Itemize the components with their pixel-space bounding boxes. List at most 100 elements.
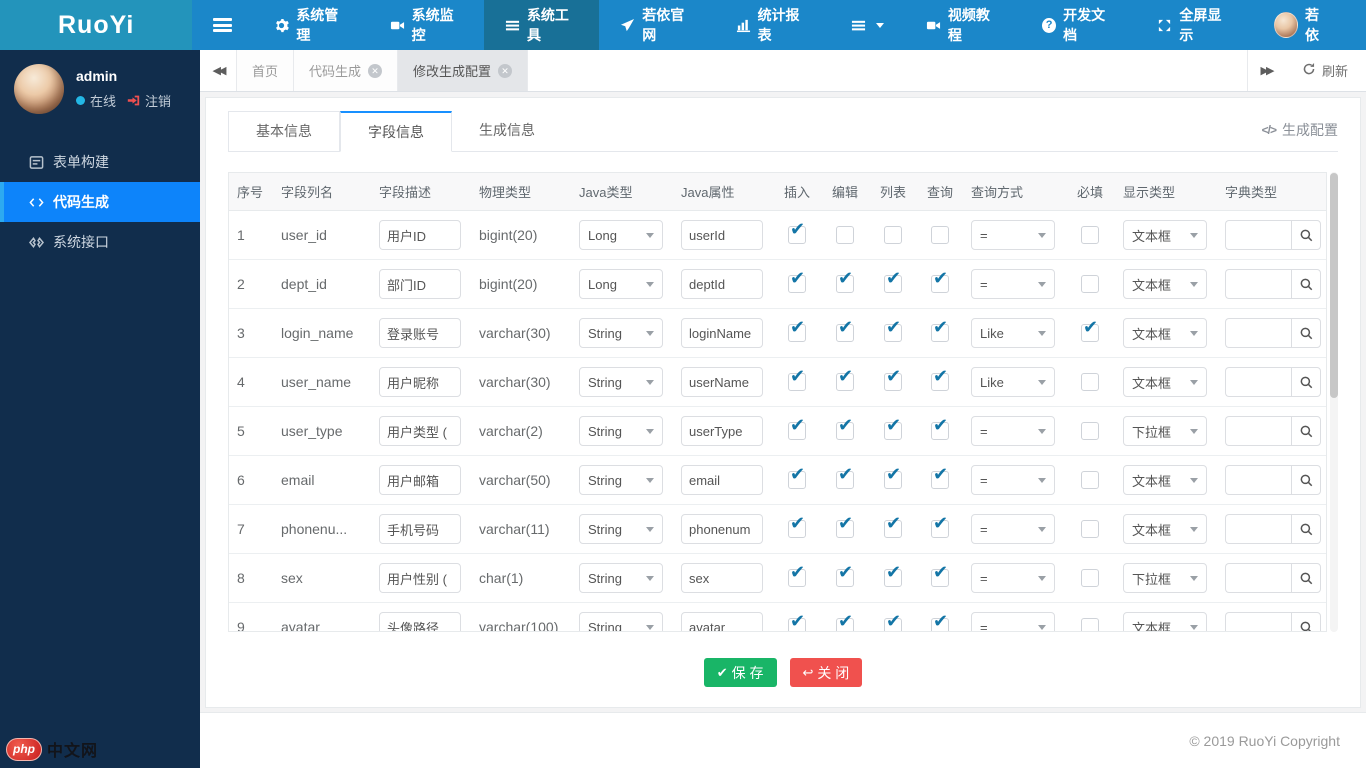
query-method-select[interactable]: Like bbox=[971, 318, 1055, 348]
required-checkbox[interactable] bbox=[1081, 422, 1099, 440]
dict-type-input[interactable] bbox=[1225, 269, 1291, 299]
java-type-select[interactable]: String bbox=[579, 318, 663, 348]
search-icon[interactable] bbox=[1291, 318, 1321, 348]
field-description-input[interactable] bbox=[379, 465, 461, 495]
nav-item-system-tools[interactable]: 系统工具 bbox=[483, 0, 600, 50]
edit-checkbox[interactable]: ✔ bbox=[836, 317, 854, 342]
search-icon[interactable] bbox=[1291, 465, 1321, 495]
insert-checkbox[interactable]: ✔ bbox=[788, 366, 806, 391]
generate-config-link[interactable]: </> 生成配置 bbox=[1262, 120, 1338, 140]
dict-type-input[interactable] bbox=[1225, 220, 1291, 250]
scroll-tabs-left-button[interactable]: ◀◀ bbox=[200, 50, 237, 91]
field-description-input[interactable] bbox=[379, 220, 461, 250]
app-logo[interactable]: RuoYi bbox=[0, 0, 193, 50]
nav-item-ruoyi-site[interactable]: 若依官网 bbox=[599, 0, 714, 50]
tab-home[interactable]: 首页 bbox=[237, 50, 295, 91]
dict-type-input[interactable] bbox=[1225, 416, 1291, 446]
search-icon[interactable] bbox=[1291, 269, 1321, 299]
tab-edit-gen-config[interactable]: 修改生成配置 ✕ bbox=[398, 50, 529, 91]
java-type-select[interactable]: String bbox=[579, 563, 663, 593]
java-field-input[interactable] bbox=[681, 563, 763, 593]
insert-checkbox[interactable]: ✔ bbox=[788, 611, 806, 631]
tab-field-info[interactable]: 字段信息 bbox=[340, 111, 452, 152]
insert-checkbox[interactable]: ✔ bbox=[788, 317, 806, 342]
edit-checkbox[interactable]: ✔ bbox=[836, 611, 854, 631]
required-checkbox[interactable] bbox=[1081, 471, 1099, 489]
query-checkbox[interactable]: ✔ bbox=[931, 611, 949, 631]
search-icon[interactable] bbox=[1291, 220, 1321, 250]
java-field-input[interactable] bbox=[681, 367, 763, 397]
java-field-input[interactable] bbox=[681, 220, 763, 250]
edit-checkbox[interactable]: ✔ bbox=[836, 513, 854, 538]
java-field-input[interactable] bbox=[681, 269, 763, 299]
save-button[interactable]: ✔ 保 存 bbox=[703, 658, 777, 687]
search-icon[interactable] bbox=[1291, 514, 1321, 544]
field-description-input[interactable] bbox=[379, 367, 461, 397]
java-type-select[interactable]: Long bbox=[579, 220, 663, 250]
query-method-select[interactable]: Like bbox=[971, 367, 1055, 397]
tab-generate-info[interactable]: 生成信息 bbox=[452, 111, 562, 152]
avatar[interactable] bbox=[14, 64, 64, 114]
java-type-select[interactable]: String bbox=[579, 367, 663, 397]
java-type-select[interactable]: String bbox=[579, 416, 663, 446]
table-scrollbar[interactable] bbox=[1330, 172, 1338, 632]
edit-checkbox[interactable]: ✔ bbox=[836, 268, 854, 293]
sidebar-toggle-button[interactable] bbox=[192, 0, 253, 50]
logout-link[interactable]: 注销 bbox=[145, 91, 171, 110]
query-method-select[interactable]: = bbox=[971, 465, 1055, 495]
field-description-input[interactable] bbox=[379, 269, 461, 299]
scrollbar-thumb[interactable] bbox=[1330, 173, 1338, 398]
edit-checkbox[interactable]: ✔ bbox=[836, 415, 854, 440]
query-checkbox[interactable]: ✔ bbox=[931, 464, 949, 489]
refresh-button[interactable]: 刷新 bbox=[1284, 50, 1366, 91]
insert-checkbox[interactable]: ✔ bbox=[788, 268, 806, 293]
query-method-select[interactable]: = bbox=[971, 514, 1055, 544]
edit-checkbox[interactable]: ✔ bbox=[836, 562, 854, 587]
dict-type-input[interactable] bbox=[1225, 465, 1291, 495]
nav-more-dropdown[interactable] bbox=[830, 0, 905, 50]
insert-checkbox[interactable]: ✔ bbox=[788, 513, 806, 538]
java-field-input[interactable] bbox=[681, 465, 763, 495]
field-description-input[interactable] bbox=[379, 318, 461, 348]
list-checkbox[interactable]: ✔ bbox=[884, 611, 902, 631]
nav-item-fullscreen[interactable]: 全屏显示 bbox=[1136, 0, 1252, 50]
field-description-input[interactable] bbox=[379, 563, 461, 593]
java-type-select[interactable]: Long bbox=[579, 269, 663, 299]
java-type-select[interactable]: String bbox=[579, 465, 663, 495]
list-checkbox[interactable]: ✔ bbox=[884, 562, 902, 587]
display-type-select[interactable]: 文本框 bbox=[1123, 318, 1207, 348]
tab-code-generation[interactable]: 代码生成 ✕ bbox=[294, 50, 399, 91]
search-icon[interactable] bbox=[1291, 367, 1321, 397]
nav-item-system-monitor[interactable]: 系统监控 bbox=[369, 0, 484, 50]
list-checkbox[interactable] bbox=[884, 226, 902, 244]
search-icon[interactable] bbox=[1291, 612, 1321, 631]
query-method-select[interactable]: = bbox=[971, 612, 1055, 631]
insert-checkbox[interactable]: ✔ bbox=[788, 464, 806, 489]
query-checkbox[interactable]: ✔ bbox=[931, 415, 949, 440]
nav-user-menu[interactable]: 若依 bbox=[1253, 0, 1352, 50]
list-checkbox[interactable]: ✔ bbox=[884, 513, 902, 538]
list-checkbox[interactable]: ✔ bbox=[884, 317, 902, 342]
display-type-select[interactable]: 文本框 bbox=[1123, 514, 1207, 544]
query-method-select[interactable]: = bbox=[971, 563, 1055, 593]
java-field-input[interactable] bbox=[681, 514, 763, 544]
nav-item-system-manage[interactable]: 系统管理 bbox=[253, 0, 368, 50]
insert-checkbox[interactable]: ✔ bbox=[788, 415, 806, 440]
java-type-select[interactable]: String bbox=[579, 612, 663, 631]
dict-type-input[interactable] bbox=[1225, 367, 1291, 397]
display-type-select[interactable]: 文本框 bbox=[1123, 220, 1207, 250]
dict-type-input[interactable] bbox=[1225, 514, 1291, 544]
sidebar-item-system-api[interactable]: 系统接口 bbox=[0, 222, 200, 262]
insert-checkbox[interactable]: ✔ bbox=[788, 219, 806, 244]
required-checkbox[interactable] bbox=[1081, 275, 1099, 293]
display-type-select[interactable]: 下拉框 bbox=[1123, 563, 1207, 593]
required-checkbox[interactable] bbox=[1081, 618, 1099, 631]
display-type-select[interactable]: 文本框 bbox=[1123, 612, 1207, 631]
query-checkbox[interactable]: ✔ bbox=[931, 562, 949, 587]
nav-item-video-tutorial[interactable]: 视频教程 bbox=[905, 0, 1021, 50]
field-description-input[interactable] bbox=[379, 416, 461, 446]
display-type-select[interactable]: 文本框 bbox=[1123, 465, 1207, 495]
dict-type-input[interactable] bbox=[1225, 612, 1291, 631]
java-field-input[interactable] bbox=[681, 416, 763, 446]
close-icon[interactable]: ✕ bbox=[368, 63, 383, 78]
